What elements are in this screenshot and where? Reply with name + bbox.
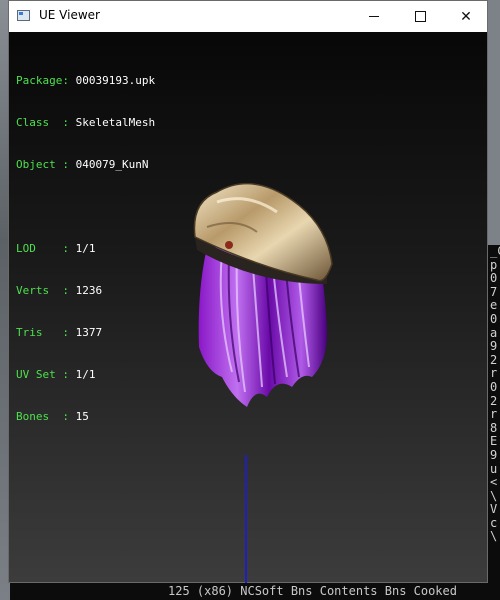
background-terminal: _Cp07e0a92r02r8E9u<\Vc\ — [488, 245, 500, 600]
verts-label: Verts : — [16, 284, 69, 297]
terminal-line: 2 — [490, 352, 498, 367]
title-bar[interactable]: UE Viewer ✕ — [9, 1, 487, 32]
uvset-label: UV Set : — [16, 368, 69, 381]
background-terminal-bottom-line: 125 (x86) NCSoft Bns Contents Bns Cooked — [10, 582, 488, 600]
class-label: Class : — [16, 116, 69, 129]
terminal-line: 0 — [490, 271, 498, 286]
terminal-line: _C — [490, 245, 500, 258]
package-label: Package: — [16, 74, 69, 87]
tris-label: Tris : — [16, 326, 69, 339]
terminal-line: r — [490, 407, 498, 422]
minimize-icon — [369, 16, 379, 17]
terminal-line: 9 — [490, 339, 498, 354]
tris-value: 1377 — [75, 326, 103, 339]
terminal-line: \ — [490, 488, 498, 503]
verts-value: 1236 — [75, 284, 103, 297]
minimize-button[interactable] — [351, 1, 397, 32]
terminal-line: e — [490, 298, 498, 313]
lod-label: LOD : — [16, 242, 69, 255]
terminal-line: V — [490, 502, 498, 517]
terminal-line: 0 — [490, 311, 498, 326]
app-window-icon — [17, 10, 30, 21]
object-label: Object : — [16, 158, 69, 171]
terminal-line: \ — [490, 529, 498, 544]
bones-value: 15 — [75, 410, 89, 423]
maximize-button[interactable] — [397, 1, 443, 32]
object-value: 040079_KunN — [75, 158, 149, 171]
3d-viewport[interactable]: Package: 00039193.upk Class : SkeletalMe… — [9, 32, 487, 583]
terminal-line: p — [490, 257, 498, 272]
lod-value: 1/1 — [75, 242, 96, 255]
mesh-model-render — [193, 182, 333, 407]
terminal-line: < — [490, 475, 498, 490]
bones-label: Bones : — [16, 410, 69, 423]
terminal-line: 7 — [490, 284, 498, 299]
terminal-line: a — [490, 325, 498, 340]
terminal-line: 8 — [490, 420, 498, 435]
terminal-line: c — [490, 515, 498, 530]
terminal-line: E — [490, 434, 498, 449]
terminal-line: 9 — [490, 447, 498, 462]
class-value: SkeletalMesh — [75, 116, 156, 129]
window-title: UE Viewer — [39, 8, 100, 22]
vertical-axis-line — [245, 455, 247, 583]
package-value: 00039193.upk — [75, 74, 156, 87]
close-icon: ✕ — [460, 8, 472, 25]
terminal-line: 0 — [490, 379, 498, 394]
close-button[interactable]: ✕ — [443, 1, 489, 32]
mesh-info-overlay: Package: 00039193.upk Class : SkeletalMe… — [16, 46, 155, 452]
uvset-value: 1/1 — [75, 368, 96, 381]
terminal-line: u — [490, 461, 498, 476]
terminal-line: 2 — [490, 393, 498, 408]
maximize-icon — [414, 11, 426, 22]
ue-viewer-window: UE Viewer ✕ Package: 00039193.upk Class … — [8, 0, 488, 583]
terminal-line: r — [490, 366, 498, 381]
